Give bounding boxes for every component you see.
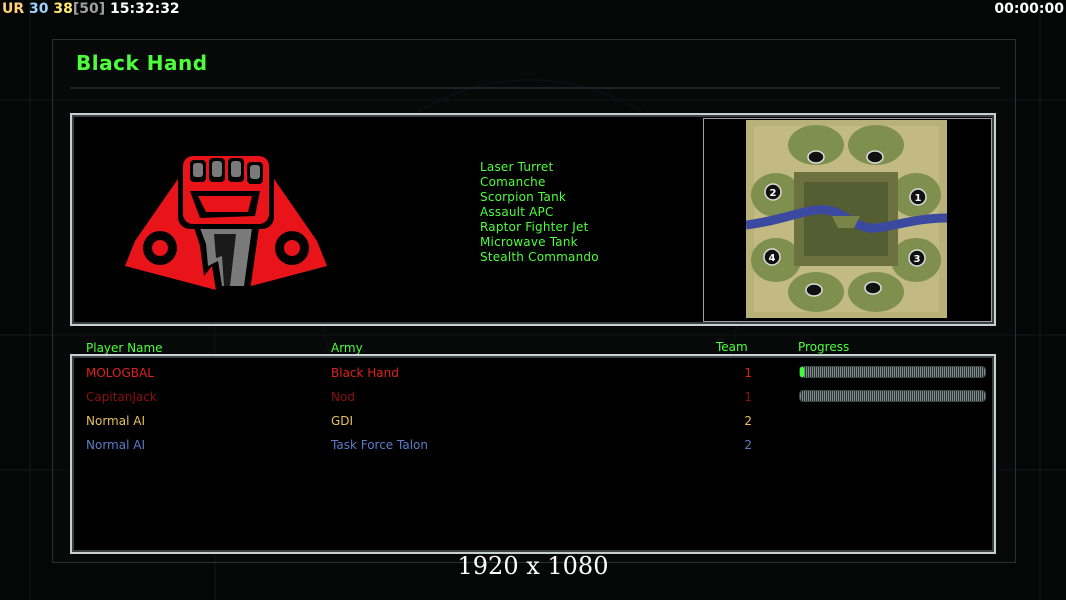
unit-item: Scorpion Tank [480,190,567,204]
start-position-label: 1 [915,193,922,204]
player-name: Normal AI [86,414,145,428]
player-army: Nod [331,390,355,404]
unit-item: Stealth Commando [480,250,599,264]
player-army: Black Hand [331,366,399,380]
overlay-fps-2: 38 [53,1,73,17]
header-team: Team [716,340,748,354]
overlay-prefix: UR [2,1,25,17]
player-army: GDI [331,414,354,428]
unit-item: Assault APC [480,205,554,219]
progress-bar [800,367,985,377]
player-army: Task Force Talon [331,438,428,452]
player-list-panel [70,354,996,554]
progress-bar [800,391,985,401]
unit-item: Raptor Fighter Jet [480,220,589,234]
header-player-name: Player Name [86,341,163,355]
overlay-timer: 00:00:00 [994,1,1064,17]
start-position-label: 3 [914,254,921,265]
player-name: CapitanJack [86,390,157,404]
unit-item: Microwave Tank [480,235,578,249]
player-name: Normal AI [86,438,145,452]
faction-title: Black Hand [76,51,208,75]
unit-list: Laser Turret Comanche Scorpion Tank Assa… [480,160,599,265]
start-position-label: 4 [769,253,776,264]
overlay-fps-1: 30 [29,1,49,17]
player-name: MOLOGBAL [86,366,154,380]
player-team: 1 [744,366,752,380]
title-divider [70,87,1000,89]
start-position-label: 2 [770,188,777,199]
player-team: 1 [744,390,752,404]
unit-item: Laser Turret [480,160,554,174]
resolution-label: 1920 x 1080 [457,552,609,580]
progress-fill [800,367,804,377]
player-team: 2 [744,414,752,428]
overlay-fps-cap: [50] [72,1,106,17]
fps-overlay: UR 30 38[50] 15:32:32 [2,0,180,18]
header-army: Army [331,341,363,355]
map-preview: 1 2 3 4 [746,120,947,318]
header-progress: Progress [798,340,850,354]
player-team: 2 [744,438,752,452]
overlay-clock: 15:32:32 [110,1,180,17]
unit-item: Comanche [480,175,546,189]
black-hand-fist-logo-icon [125,151,327,291]
